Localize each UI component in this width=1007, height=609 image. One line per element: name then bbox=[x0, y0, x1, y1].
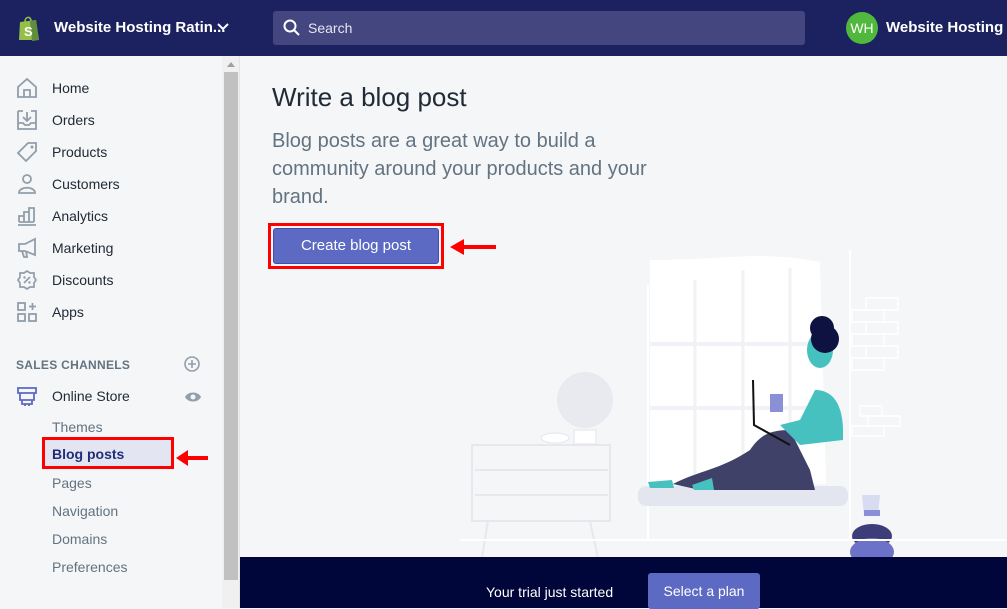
search-icon bbox=[283, 19, 300, 36]
avatar[interactable]: WH bbox=[846, 12, 878, 44]
home-icon bbox=[17, 77, 37, 98]
sidebar-item-label: Online Store bbox=[52, 388, 130, 404]
sales-channels-header: SALES CHANNELS bbox=[16, 358, 131, 372]
sidebar-item-label: Customers bbox=[52, 176, 120, 192]
sidebar-subitem-themes[interactable]: Themes bbox=[52, 419, 103, 435]
bar-chart-icon bbox=[18, 207, 36, 226]
tag-icon bbox=[16, 142, 37, 163]
plant-and-dresser bbox=[471, 372, 613, 558]
create-blog-post-button[interactable]: Create blog post bbox=[273, 228, 439, 264]
sidebar-item-marketing[interactable]: Marketing bbox=[0, 232, 224, 264]
person-icon bbox=[18, 174, 36, 194]
sidebar-subitem-navigation[interactable]: Navigation bbox=[52, 503, 118, 519]
orders-icon bbox=[17, 110, 37, 130]
store-icon bbox=[17, 387, 37, 406]
discount-icon bbox=[16, 269, 38, 291]
sidebar-subitem-preferences[interactable]: Preferences bbox=[52, 559, 127, 575]
sidebar: Home Orders Products Customers Analytics… bbox=[0, 56, 224, 608]
brick-wall bbox=[851, 297, 901, 437]
annotation-arrow-icon bbox=[176, 450, 208, 466]
sidebar-item-label: Products bbox=[52, 144, 108, 160]
trial-text: Your trial just started bbox=[486, 584, 614, 600]
sidebar-item-orders[interactable]: Orders bbox=[0, 104, 224, 136]
chevron-down-icon[interactable] bbox=[216, 20, 230, 34]
megaphone-icon bbox=[18, 237, 36, 258]
sidebar-item-customers[interactable]: Customers bbox=[0, 168, 224, 200]
store-name[interactable]: Website Hosting Ratin... bbox=[54, 19, 225, 36]
sidebar-item-label: Orders bbox=[52, 112, 95, 128]
scroll-up-icon[interactable] bbox=[227, 62, 235, 67]
search-input[interactable] bbox=[308, 11, 788, 45]
sidebar-item-products[interactable]: Products bbox=[0, 136, 224, 168]
sidebar-item-home[interactable]: Home bbox=[0, 72, 224, 104]
sidebar-item-label: Home bbox=[52, 80, 90, 96]
sidebar-subitem-pages[interactable]: Pages bbox=[52, 475, 92, 491]
sidebar-item-label: Discounts bbox=[52, 272, 114, 288]
sidebar-scrollbar[interactable] bbox=[222, 56, 240, 608]
shopify-logo-icon[interactable]: S bbox=[16, 14, 42, 42]
sidebar-subitem-blog-posts[interactable]: Blog posts bbox=[42, 437, 174, 469]
sidebar-subitem-domains[interactable]: Domains bbox=[52, 531, 107, 547]
svg-text:S: S bbox=[24, 24, 33, 39]
sidebar-item-analytics[interactable]: Analytics bbox=[0, 200, 224, 232]
select-plan-button[interactable]: Select a plan bbox=[648, 573, 760, 609]
sidebar-subitem-label: Blog posts bbox=[52, 446, 125, 462]
account-name[interactable]: Website Hosting bbox=[886, 19, 1003, 36]
sidebar-item-label: Marketing bbox=[52, 240, 114, 256]
search-bar[interactable] bbox=[273, 11, 805, 45]
sidebar-item-discounts[interactable]: Discounts bbox=[0, 264, 224, 296]
annotation-highlight: Create blog post bbox=[268, 223, 444, 269]
scroll-thumb[interactable] bbox=[224, 72, 238, 580]
page-title: Write a blog post bbox=[272, 82, 467, 112]
blog-illustration bbox=[460, 250, 1007, 558]
sidebar-item-label: Apps bbox=[52, 304, 84, 320]
top-bar: S Website Hosting Ratin... WH Website Ho… bbox=[0, 0, 1007, 56]
sidebar-item-label: Analytics bbox=[52, 208, 109, 224]
eye-icon[interactable] bbox=[184, 390, 202, 404]
trial-banner: Your trial just started Select a plan bbox=[240, 557, 1007, 609]
add-channel-icon[interactable] bbox=[184, 356, 200, 372]
apps-icon bbox=[17, 302, 37, 322]
page-description: Blog posts are a great way to build a co… bbox=[272, 130, 647, 208]
sidebar-item-apps[interactable]: Apps bbox=[0, 296, 224, 328]
kettle-illustration bbox=[850, 495, 894, 558]
